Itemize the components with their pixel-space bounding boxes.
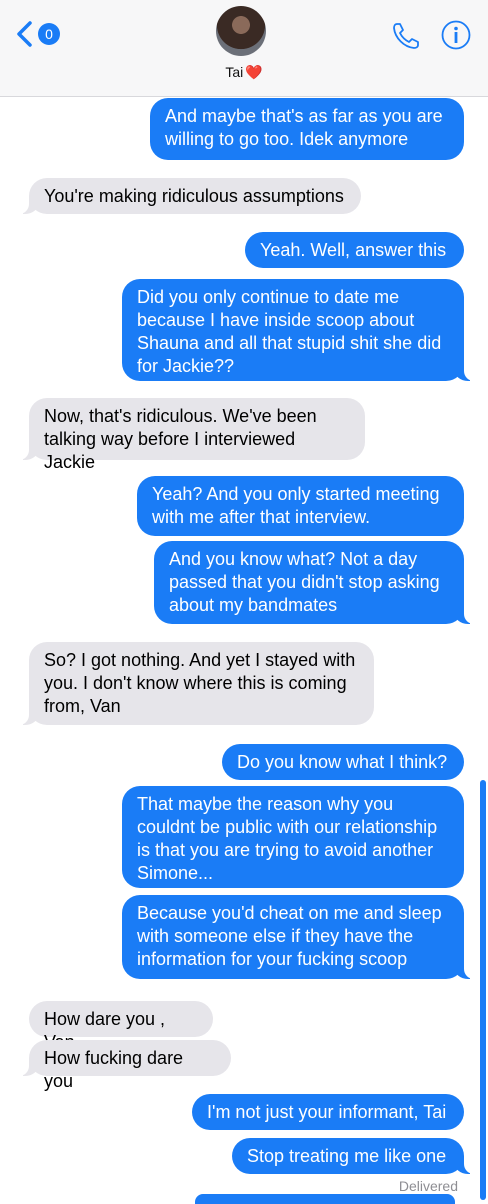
message-bubble-sent[interactable]: And you know what? Not a day passed that… — [154, 541, 476, 624]
chevron-left-icon — [17, 21, 32, 47]
message-bubble-sent[interactable]: I'm not just your informant, Tai — [192, 1094, 464, 1130]
message-bubble-received[interactable]: You're making ridiculous assumptions — [17, 178, 361, 214]
back-button[interactable]: 0 — [14, 20, 62, 48]
next-message-peek — [195, 1194, 455, 1204]
message-bubble-received[interactable]: Now, that's ridiculous. We've been talki… — [17, 398, 365, 472]
message-bubble-received[interactable]: So? I got nothing. And yet I stayed with… — [17, 642, 374, 725]
message-bubble-received[interactable]: How fucking dare you — [17, 1040, 231, 1091]
contact-avatar[interactable] — [216, 6, 266, 56]
message-bubble-sent[interactable]: And maybe that's as far as you are willi… — [150, 98, 464, 160]
message-bubble-sent[interactable]: Stop treating me like one — [232, 1138, 476, 1174]
contact-name[interactable]: Tai ❤️ — [0, 64, 488, 81]
message-bubble-sent[interactable]: Did you only continue to date me because… — [122, 279, 476, 381]
message-bubble-sent[interactable]: Yeah. Well, answer this — [245, 232, 464, 268]
scrollbar[interactable] — [480, 780, 486, 1200]
unread-count-badge: 0 — [38, 23, 60, 45]
delivered-status: Delivered — [398, 1178, 458, 1194]
message-bubble-sent[interactable]: That maybe the reason why you couldnt be… — [122, 786, 464, 888]
conversation-header: 0 Tai ❤️ — [0, 0, 488, 97]
phone-icon[interactable] — [390, 20, 422, 52]
info-icon[interactable] — [440, 19, 472, 51]
heart-emoji: ❤️ — [245, 64, 263, 80]
message-bubble-sent[interactable]: Do you know what I think? — [222, 744, 464, 780]
message-bubble-received[interactable]: How dare you , Van — [29, 1001, 213, 1052]
message-bubble-sent[interactable]: Because you'd cheat on me and sleep with… — [122, 895, 476, 979]
contact-name-text: Tai — [225, 64, 244, 80]
message-bubble-sent[interactable]: Yeah? And you only started meeting with … — [137, 476, 464, 536]
